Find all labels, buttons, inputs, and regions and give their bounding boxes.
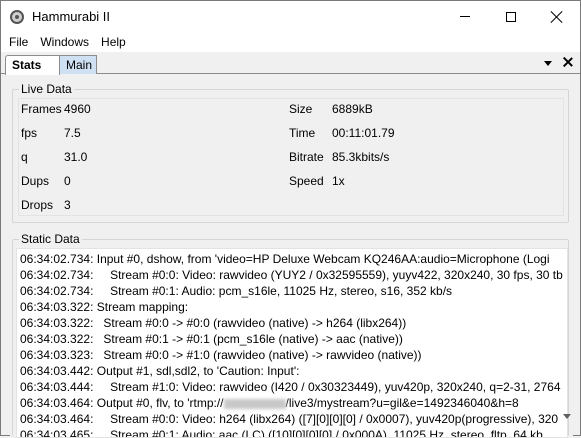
menu-help[interactable]: Help (95, 35, 132, 49)
tab-close-icon[interactable] (562, 56, 574, 68)
app-window: Hammurabi II File Windows Help Stats Mai… (0, 0, 581, 438)
fps-value: 7.5 (64, 126, 81, 140)
live-data-label: Live Data (19, 82, 74, 96)
scroll-down-icon[interactable] (563, 414, 571, 420)
menu-windows[interactable]: Windows (34, 35, 95, 49)
log-line: 06:34:03.464: Output #0, flv, to 'rtmp:/… (20, 396, 519, 410)
log-line: 06:34:03.323: Stream #0:0 -> #1:0 (rawvi… (20, 348, 422, 362)
stats-panel: Live Data Frames 4960 fps 7.5 q 31.0 Dup… (10, 79, 573, 438)
log-line: 06:34:03.322: Stream #0:0 -> #0:0 (rawvi… (20, 316, 407, 330)
window-title: Hammurabi II (32, 9, 111, 24)
drops-value: 3 (64, 198, 71, 212)
minimize-icon (460, 16, 470, 17)
tab-strip: Stats Main (1, 52, 580, 75)
frames-value: 4960 (64, 102, 91, 116)
log-line: 06:34:02.734: Input #0, dshow, from 'vid… (20, 252, 550, 266)
size-label: Size (289, 102, 313, 116)
time-label: Time (289, 126, 316, 140)
title-bar[interactable]: Hammurabi II (1, 1, 580, 32)
log-line: 06:34:03.464: Stream #0:0: Video: h264 (… (20, 412, 559, 426)
tab-stats[interactable]: Stats (5, 55, 60, 75)
log-line-end: /live3/mystream?u=gil&e=1492346040&h=8 (285, 396, 519, 410)
static-data-label: Static Data (19, 232, 82, 246)
drops-label: Drops (21, 198, 54, 212)
live-data-group: Live Data Frames 4960 fps 7.5 q 31.0 Dup… (12, 82, 569, 223)
log-line: 06:34:03.322: Stream #0:1 -> #0:1 (pcm_s… (20, 332, 403, 346)
maximize-icon (506, 11, 516, 22)
bitrate-value: 85.3kbits/s (332, 150, 390, 164)
redacted-host (223, 398, 286, 409)
minimize-button[interactable] (442, 1, 488, 32)
live-data-area: Frames 4960 fps 7.5 q 31.0 Dups 0 Drops … (18, 98, 564, 216)
log-line: 06:34:03.465: Stream #0:1: Audio: aac (L… (20, 428, 543, 438)
log-line: 06:34:03.444: Stream #1:0: Video: rawvid… (20, 380, 561, 394)
speed-value: 1x (332, 174, 345, 188)
tab-list-dropdown-icon[interactable] (541, 56, 555, 70)
tab-main[interactable]: Main (59, 55, 97, 74)
maximize-button[interactable] (488, 1, 534, 32)
log-line: 06:34:03.322: Stream mapping: (20, 300, 189, 314)
menu-bar: File Windows Help (1, 32, 580, 52)
static-data-log[interactable]: 06:34:02.734: Input #0, dshow, from 'vid… (16, 248, 568, 438)
close-button[interactable] (534, 1, 580, 32)
dups-label: Dups (21, 174, 50, 188)
size-value: 6889kB (332, 102, 373, 116)
app-icon[interactable] (10, 10, 24, 24)
q-label: q (21, 150, 28, 164)
static-data-group: Static Data 06:34:02.734: Input #0, dsho… (12, 232, 569, 438)
close-icon (551, 11, 563, 23)
dups-value: 0 (64, 174, 71, 188)
q-value: 31.0 (64, 150, 88, 164)
menu-file[interactable]: File (3, 35, 34, 49)
log-line: 06:34:02.734: Stream #0:1: Audio: pcm_s1… (20, 284, 453, 298)
time-value: 00:11:01.79 (332, 126, 395, 140)
speed-label: Speed (289, 174, 324, 188)
fps-label: fps (21, 126, 38, 140)
log-line: 06:34:03.442: Output #1, sdl,sdl2, to 'C… (20, 364, 300, 378)
log-line-start: 06:34:03.464: Output #0, flv, to 'rtmp:/… (20, 396, 224, 410)
resize-grip-icon[interactable] (564, 423, 578, 435)
frames-label: Frames (21, 102, 62, 116)
log-line: 06:34:02.734: Stream #0:0: Video: rawvid… (20, 268, 563, 282)
bitrate-label: Bitrate (289, 150, 324, 164)
